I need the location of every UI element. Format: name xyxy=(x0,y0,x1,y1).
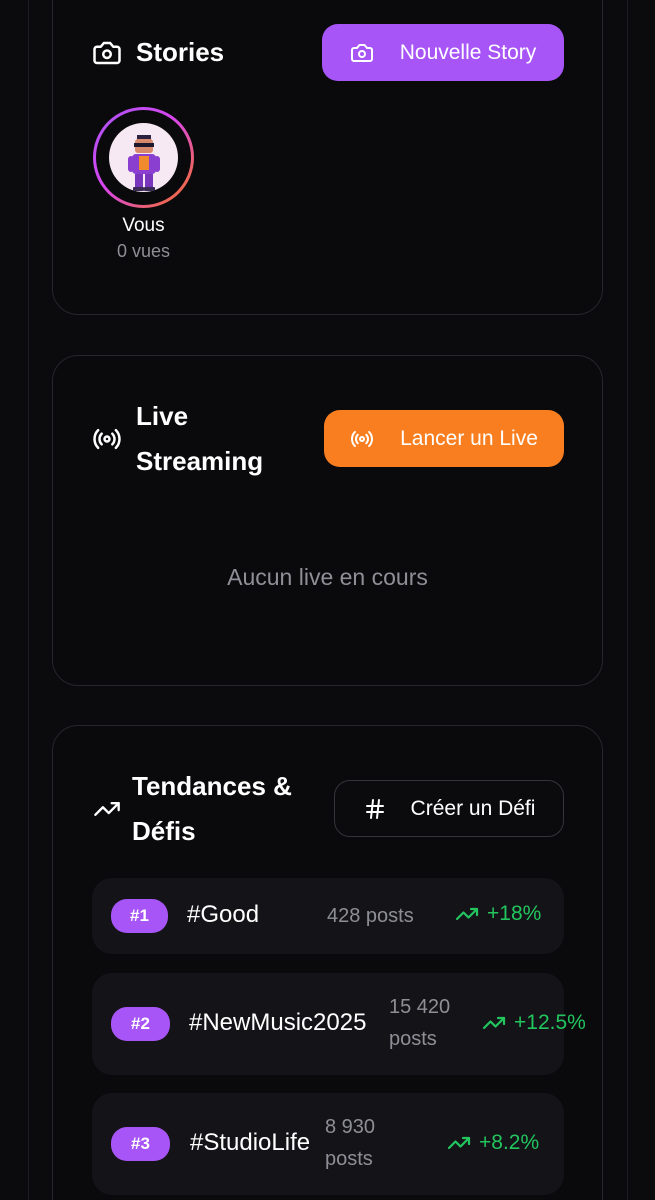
right-rail-divider xyxy=(627,0,628,1200)
trend-rank-badge: #2 xyxy=(111,1007,170,1041)
live-header: Live Streaming xyxy=(92,394,263,484)
story-item-views: 0 vues xyxy=(116,241,171,261)
trend-growth-value: +18% xyxy=(487,902,542,925)
trend-hashtag: #StudioLife xyxy=(190,1129,311,1156)
camera-icon xyxy=(92,38,122,68)
create-challenge-button[interactable]: Créer un Défi xyxy=(334,780,564,837)
live-empty-message: Aucun live en cours xyxy=(227,564,428,590)
trend-hashtag: #NewMusic2025 xyxy=(189,1009,367,1036)
start-live-button[interactable]: Lancer un Live xyxy=(324,410,564,467)
trend-growth-value: +8.2% xyxy=(479,1131,540,1154)
avatar xyxy=(109,123,178,192)
trends-title-line2: Défis xyxy=(132,816,196,846)
broadcast-icon xyxy=(92,424,122,454)
hash-icon xyxy=(363,797,387,821)
trend-growth: +8.2% xyxy=(447,1131,539,1155)
create-challenge-button-label: Créer un Défi xyxy=(410,796,536,820)
trending-up-icon xyxy=(455,902,479,926)
live-title-line1: Live xyxy=(136,401,189,431)
story-item-own[interactable] xyxy=(93,107,194,208)
left-rail-divider xyxy=(28,0,29,1200)
trend-rank-badge: #1 xyxy=(111,899,168,933)
trend-post-count: 428 posts xyxy=(327,905,414,927)
new-story-button[interactable]: Nouvelle Story xyxy=(322,24,564,81)
trending-up-icon xyxy=(92,794,122,824)
trend-item[interactable]: #1 #Good 428 posts +18% xyxy=(92,878,564,954)
trend-rank-badge: #3 xyxy=(111,1127,170,1161)
trends-card: Tendances & Défis Créer un Défi #1 #Good… xyxy=(52,725,603,1200)
trend-post-count: 15 420 posts xyxy=(389,991,450,1055)
live-streaming-card: Live Streaming Lancer un Live Aucun live… xyxy=(52,355,603,686)
new-story-button-label: Nouvelle Story xyxy=(399,40,537,64)
story-item-name: Vous xyxy=(122,215,165,236)
trend-post-count-value: 8 930 xyxy=(325,1116,376,1138)
trend-hashtag: #Good xyxy=(187,901,260,928)
trends-title-line1: Tendances & xyxy=(132,771,292,801)
stories-header: Stories xyxy=(92,30,224,75)
broadcast-icon xyxy=(350,427,374,451)
trend-post-count: 8 930 posts xyxy=(325,1111,375,1175)
trend-item[interactable]: #3 #StudioLife 8 930 posts +8.2% xyxy=(92,1093,564,1195)
trend-growth: +18% xyxy=(455,902,541,926)
camera-icon xyxy=(350,41,374,65)
trend-post-count-unit: posts xyxy=(325,1148,373,1170)
trend-post-count-unit: posts xyxy=(389,1028,437,1050)
trend-item[interactable]: #2 #NewMusic2025 15 420 posts +12.5% xyxy=(92,973,586,1075)
trends-header: Tendances & Défis xyxy=(92,764,292,854)
stories-title: Stories xyxy=(136,37,225,67)
start-live-button-label: Lancer un Live xyxy=(400,426,538,450)
stories-card: Stories Nouvelle Story Vous 0 vues xyxy=(52,0,603,315)
trend-growth: +12.5% xyxy=(482,1011,586,1035)
trend-growth-value: +12.5% xyxy=(514,1011,586,1034)
live-title-line2: Streaming xyxy=(136,446,264,476)
trending-up-icon xyxy=(482,1011,506,1035)
trend-post-count-value: 15 420 xyxy=(389,996,451,1018)
trending-up-icon xyxy=(447,1131,471,1155)
